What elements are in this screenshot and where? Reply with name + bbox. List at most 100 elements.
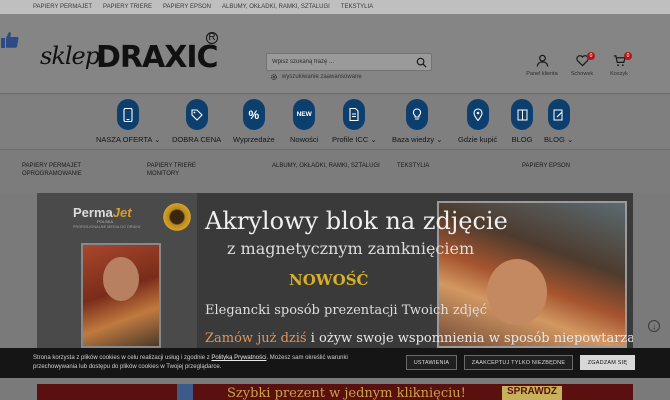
promo-banner[interactable]: Szybki prezent w jednym kliknięciu! SPRA…	[37, 384, 633, 400]
nav-dobra-cena[interactable]: DOBRA CENA	[172, 99, 221, 144]
privacy-policy-link[interactable]: Polityką Prywatności	[211, 355, 266, 361]
permajet-logo: PermaJet	[73, 205, 132, 220]
accept-necessary-button[interactable]: ZAAKCEPTUJ TYLKO NIEZBĘDNE	[464, 355, 573, 370]
accept-all-button[interactable]: ZGADZAM SIĘ	[580, 355, 635, 370]
banner-subtitle: z magnetycznym zamknięciem	[227, 239, 475, 258]
user-icon	[536, 54, 548, 67]
nav-gdzie-kupic[interactable]: Gdzie kupić	[458, 99, 497, 144]
document-icon	[343, 99, 366, 130]
percent-icon: %	[242, 99, 265, 130]
nav-label: BLOG ⌄	[544, 135, 573, 144]
advanced-search-link[interactable]: wyszukiwanie zaawansowane	[270, 73, 362, 81]
cookie-banner: Strona korzysta z plików cookies w celu …	[0, 348, 670, 378]
cookie-text-before: Strona korzysta z plików cookies w celu …	[33, 355, 212, 361]
cart-label: Koszyk	[610, 71, 628, 77]
nav-nowosci[interactable]: NEW Nowości	[290, 99, 318, 144]
banner-photo-portrait	[487, 259, 547, 325]
submenu-monitory[interactable]: MONITORY	[147, 170, 179, 178]
banner-title: Akrylowy blok na zdjęcie	[205, 207, 508, 235]
permajet-tagline: PROFESJONALNE MEDIA DO DRUKU	[73, 225, 141, 229]
nav-blog-2-label: BLOG	[544, 135, 565, 144]
cookie-settings-button[interactable]: USTAWIENIA	[406, 355, 457, 370]
lightbulb-icon	[406, 99, 429, 130]
logo-brand-right: IC	[186, 40, 218, 75]
nav-profile-icc-label: Profile ICC	[332, 135, 369, 144]
submenu-permajet[interactable]: PAPIERY Permajet	[22, 162, 81, 170]
cookie-text: Strona korzysta z plików cookies w celu …	[33, 354, 393, 372]
nav-blog-1[interactable]: BLOG	[511, 99, 533, 144]
location-pin-icon	[466, 99, 489, 130]
account-button[interactable]: Panel klienta	[520, 54, 564, 77]
gear-icon	[270, 73, 278, 81]
submenu-epson[interactable]: PAPIERY EPSON	[522, 162, 570, 170]
nav-wyprzedaze-label: Wyprzedaże	[233, 135, 275, 144]
photo-portrait	[103, 257, 139, 301]
submenu-oprogramowanie[interactable]: OPROGRAMOWANIE	[22, 170, 82, 178]
new-icon: NEW	[293, 99, 316, 130]
submenu-triere[interactable]: PAPIERY TRIERE	[147, 162, 196, 170]
top-link-epson[interactable]: PAPIERY EPSON	[163, 4, 211, 10]
permajet-logo-accent: Jet	[112, 205, 132, 220]
logo-brand-x: X	[164, 40, 187, 75]
site-header: sklep DRAXIC R wyszukiwanie zaawansowane…	[0, 14, 670, 94]
nav-nasza-oferta[interactable]: NASZA OFERTA ⌄	[96, 99, 160, 144]
phone-icon	[117, 99, 140, 130]
scroll-down-icon[interactable]: ↓	[648, 320, 660, 332]
permajet-logo-text: Perma	[73, 205, 113, 220]
top-link-albumy[interactable]: ALBUMY, OKŁADKI, RAMKI, SZTALUGI	[222, 4, 330, 10]
facebook-like-icon[interactable]	[0, 30, 20, 50]
logo-brand-left: DRA	[96, 40, 165, 75]
wishlist-count-badge: 0	[587, 52, 595, 60]
permajet-logo-sub: POLSKA	[97, 219, 114, 224]
cart-count-badge: 0	[624, 52, 632, 60]
banner-cta-text: Zamów już dziś	[205, 331, 307, 346]
submenu-tekstylia[interactable]: TEKSTYLIA	[397, 162, 429, 170]
nav-profile-icc[interactable]: Profile ICC ⌄	[332, 99, 377, 144]
logo-brand: DRAXIC	[96, 40, 219, 75]
tag-icon	[185, 99, 208, 130]
edit-icon	[547, 99, 570, 130]
promo-text: Szybki prezent w jednym kliknięciu!	[227, 386, 466, 400]
banner-line5-rest: i ożyw swoje wspomnienia w sposób niepow…	[306, 331, 633, 346]
nav-label: NASZA OFERTA ⌄	[96, 135, 160, 144]
top-link-permajet[interactable]: PAPIERY Permajet	[33, 4, 92, 10]
top-links-bar: PAPIERY Permajet PAPIERY TRIERE PAPIERY …	[0, 0, 670, 14]
nav-baza-wiedzy[interactable]: Baza wiedzy ⌄	[392, 99, 443, 144]
gift-icon	[177, 384, 193, 400]
chevron-down-icon: ⌄	[154, 135, 161, 144]
registered-mark: R	[206, 32, 218, 44]
account-label: Panel klienta	[526, 71, 558, 77]
banner-line4: Elegancki sposób prezentacji Twoich zdję…	[205, 303, 488, 318]
banner-line5: Zamów już dziś i ożyw swoje wspomnienia …	[205, 331, 633, 346]
new-icon-text: NEW	[296, 111, 312, 118]
logo-script: sklep	[40, 42, 100, 70]
chevron-down-icon: ⌄	[436, 135, 443, 144]
search-input[interactable]	[267, 54, 407, 70]
hero-banner[interactable]: PermaJet POLSKA PROFESJONALNE MEDIA DO D…	[37, 193, 633, 348]
chevron-down-icon: ⌄	[370, 135, 377, 144]
sunflower-image	[161, 201, 193, 233]
nav-baza-wiedzy-label: Baza wiedzy	[392, 135, 435, 144]
chevron-down-icon: ⌄	[566, 135, 574, 144]
nav-nowosci-label: Nowości	[290, 135, 319, 144]
nav-blog-2[interactable]: BLOG ⌄	[544, 99, 573, 144]
nav-gdzie-kupic-label: Gdzie kupić	[458, 135, 498, 144]
nav-label: Profile ICC ⌄	[332, 135, 377, 144]
main-nav: NASZA OFERTA ⌄ DOBRA CENA % Wyprzedaże N…	[0, 95, 670, 150]
top-link-tekstylia[interactable]: TEKSTYLIA	[341, 4, 373, 10]
top-link-triere[interactable]: PAPIERY TRIERE	[103, 4, 152, 10]
advanced-search-label: wyszukiwanie zaawansowane	[282, 74, 362, 80]
nav-nasza-oferta-label: NASZA OFERTA	[96, 135, 152, 144]
site-logo[interactable]: sklep DRAXIC R	[40, 30, 230, 80]
book-icon	[511, 99, 533, 130]
cart-button[interactable]: 0 Koszyk	[597, 52, 641, 77]
banner-new-label: NOWOŚĆ	[289, 271, 369, 289]
submenu-albumy[interactable]: ALBUMY, OKŁADKI, RAMKI, SZTALUGI	[272, 162, 380, 170]
category-menu: PAPIERY Permajet OPROGRAMOWANIE PAPIERY …	[0, 151, 670, 193]
nav-wyprzedaze[interactable]: % Wyprzedaże	[233, 99, 275, 144]
nav-dobra-cena-label: DOBRA CENA	[172, 135, 222, 144]
promo-cta[interactable]: SPRAWDŹ	[502, 386, 562, 400]
search-icon[interactable]	[416, 57, 427, 68]
nav-blog-1-label: BLOG	[511, 135, 533, 144]
search-box	[266, 53, 432, 71]
